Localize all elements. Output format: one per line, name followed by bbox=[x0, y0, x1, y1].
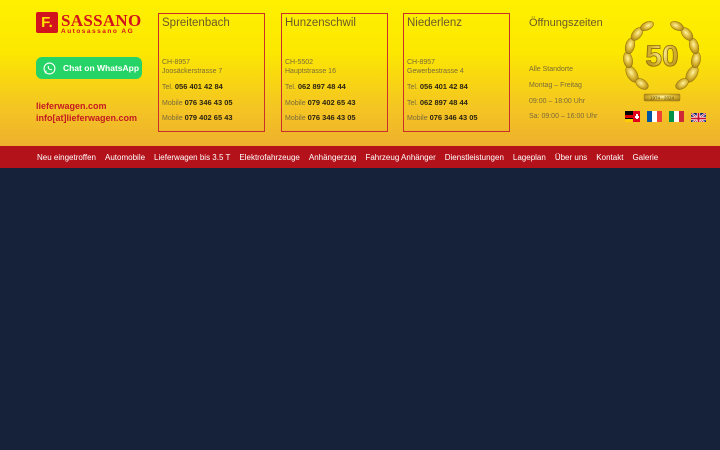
location-address: CH-8957 Gewerbestrasse 4 bbox=[407, 59, 464, 75]
phone-row[interactable]: Tel. 062 897 48 44 bbox=[285, 82, 346, 91]
svg-text:50: 50 bbox=[645, 40, 678, 73]
nav-item-galerie[interactable]: Galerie bbox=[632, 153, 658, 162]
hours-line: Sa: 09:00 – 16:00 Uhr bbox=[529, 113, 598, 120]
phone-row[interactable]: Mobile 079 402 65 43 bbox=[162, 113, 233, 122]
nav-item-ueber-uns[interactable]: Über uns bbox=[555, 153, 587, 162]
whatsapp-chat-button[interactable]: Chat on WhatsApp bbox=[36, 57, 142, 79]
nav-item-lieferwagen[interactable]: Lieferwagen bis 3.5 T bbox=[154, 153, 230, 162]
hours-line: 09:00 – 18:00 Uhr bbox=[529, 98, 586, 105]
phone-row[interactable]: Tel. 056 401 42 84 bbox=[162, 82, 223, 91]
nav-item-neu-eingetroffen[interactable]: Neu eingetroffen bbox=[37, 153, 96, 162]
svg-text:1974 - 2024: 1974 - 2024 bbox=[650, 96, 675, 101]
logo-subtitle: Autosassano AG bbox=[61, 28, 135, 35]
phone-row[interactable]: Mobile 076 346 43 05 bbox=[162, 98, 233, 107]
flag-it-icon[interactable] bbox=[669, 111, 684, 122]
logo-mark: F. bbox=[36, 12, 58, 33]
location-title: Hunzenschwil bbox=[285, 17, 356, 29]
main-content-area bbox=[0, 168, 720, 450]
phone-row[interactable]: Tel. 056 401 42 84 bbox=[407, 82, 468, 91]
nav-item-dienstleistungen[interactable]: Dienstleistungen bbox=[445, 153, 504, 162]
nav-item-lageplan[interactable]: Lageplan bbox=[513, 153, 546, 162]
site-header: F. SASSANO Autosassano AG Chat on WhatsA… bbox=[0, 0, 720, 146]
location-address: CH-8957 Joosäckerstrasse 7 bbox=[162, 59, 223, 75]
location-title: Spreitenbach bbox=[162, 17, 230, 29]
flag-fr-icon[interactable] bbox=[647, 111, 662, 122]
nav-item-anhaengerzug[interactable]: Anhängerzug bbox=[309, 153, 357, 162]
location-card-hunzenschwil: Hunzenschwil CH-5502 Hauptstrasse 16 Tel… bbox=[281, 13, 388, 132]
phone-row[interactable]: Mobile 076 346 43 05 bbox=[285, 113, 356, 122]
whatsapp-icon bbox=[43, 62, 56, 74]
company-logo[interactable]: F. SASSANO Autosassano AG bbox=[36, 11, 144, 38]
location-card-niederlenz: Niederlenz CH-8957 Gewerbestrasse 4 Tel.… bbox=[403, 13, 510, 132]
hours-line: Montag – Freitag bbox=[529, 82, 582, 89]
opening-hours-title: Öffnungszeiten bbox=[529, 17, 603, 29]
email-link[interactable]: info[at]lieferwagen.com bbox=[36, 113, 137, 123]
flag-de-ch-icon[interactable] bbox=[625, 111, 640, 122]
location-address: CH-5502 Hauptstrasse 16 bbox=[285, 59, 336, 75]
website-link[interactable]: lieferwagen.com bbox=[36, 101, 107, 111]
location-title: Niederlenz bbox=[407, 17, 462, 29]
flag-gb-icon[interactable] bbox=[691, 111, 706, 122]
phone-row[interactable]: Mobile 079 402 65 43 bbox=[285, 98, 356, 107]
main-navigation: Neu eingetroffen Automobile Lieferwagen … bbox=[0, 146, 720, 168]
location-card-spreitenbach: Spreitenbach CH-8957 Joosäckerstrasse 7 … bbox=[158, 13, 265, 132]
phone-row[interactable]: Mobile 076 346 43 05 bbox=[407, 113, 478, 122]
anniversary-badge: 50 1974 - 2024 bbox=[623, 21, 701, 102]
nav-item-fahrzeug-anhaenger[interactable]: Fahrzeug Anhänger bbox=[365, 153, 435, 162]
hours-line: Alle Standorte bbox=[529, 66, 573, 73]
nav-item-elektrofahrzeuge[interactable]: Elektrofahrzeuge bbox=[239, 153, 299, 162]
nav-item-automobile[interactable]: Automobile bbox=[105, 153, 145, 162]
phone-row[interactable]: Tel. 062 897 48 44 bbox=[407, 98, 468, 107]
nav-item-kontakt[interactable]: Kontakt bbox=[596, 153, 623, 162]
language-flags bbox=[625, 111, 706, 122]
whatsapp-label: Chat on WhatsApp bbox=[63, 63, 140, 73]
